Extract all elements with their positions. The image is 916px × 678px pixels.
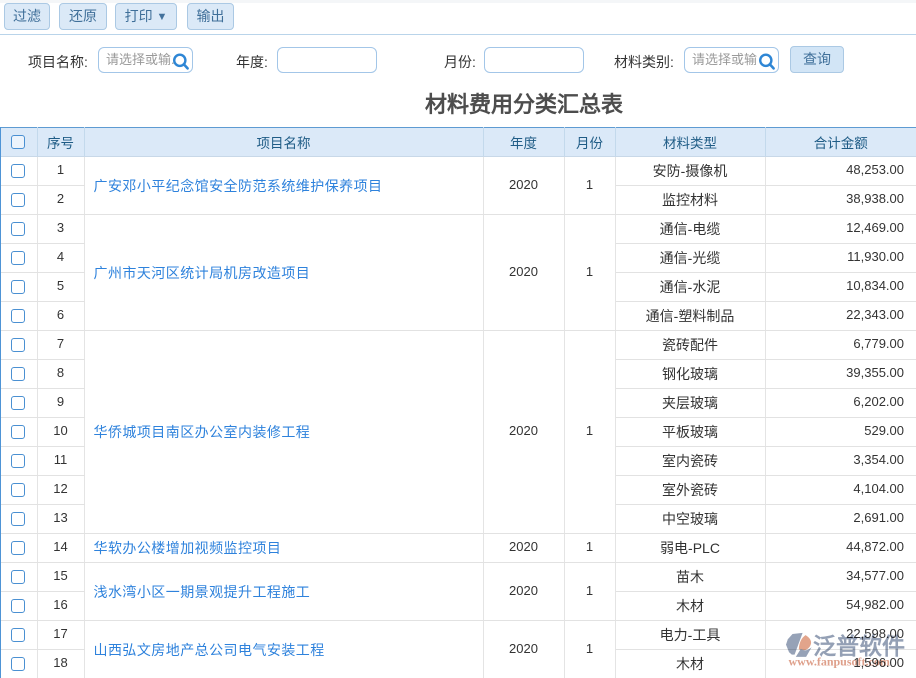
svg-text:www.fanpusoft.com: www.fanpusoft.com bbox=[789, 655, 890, 669]
